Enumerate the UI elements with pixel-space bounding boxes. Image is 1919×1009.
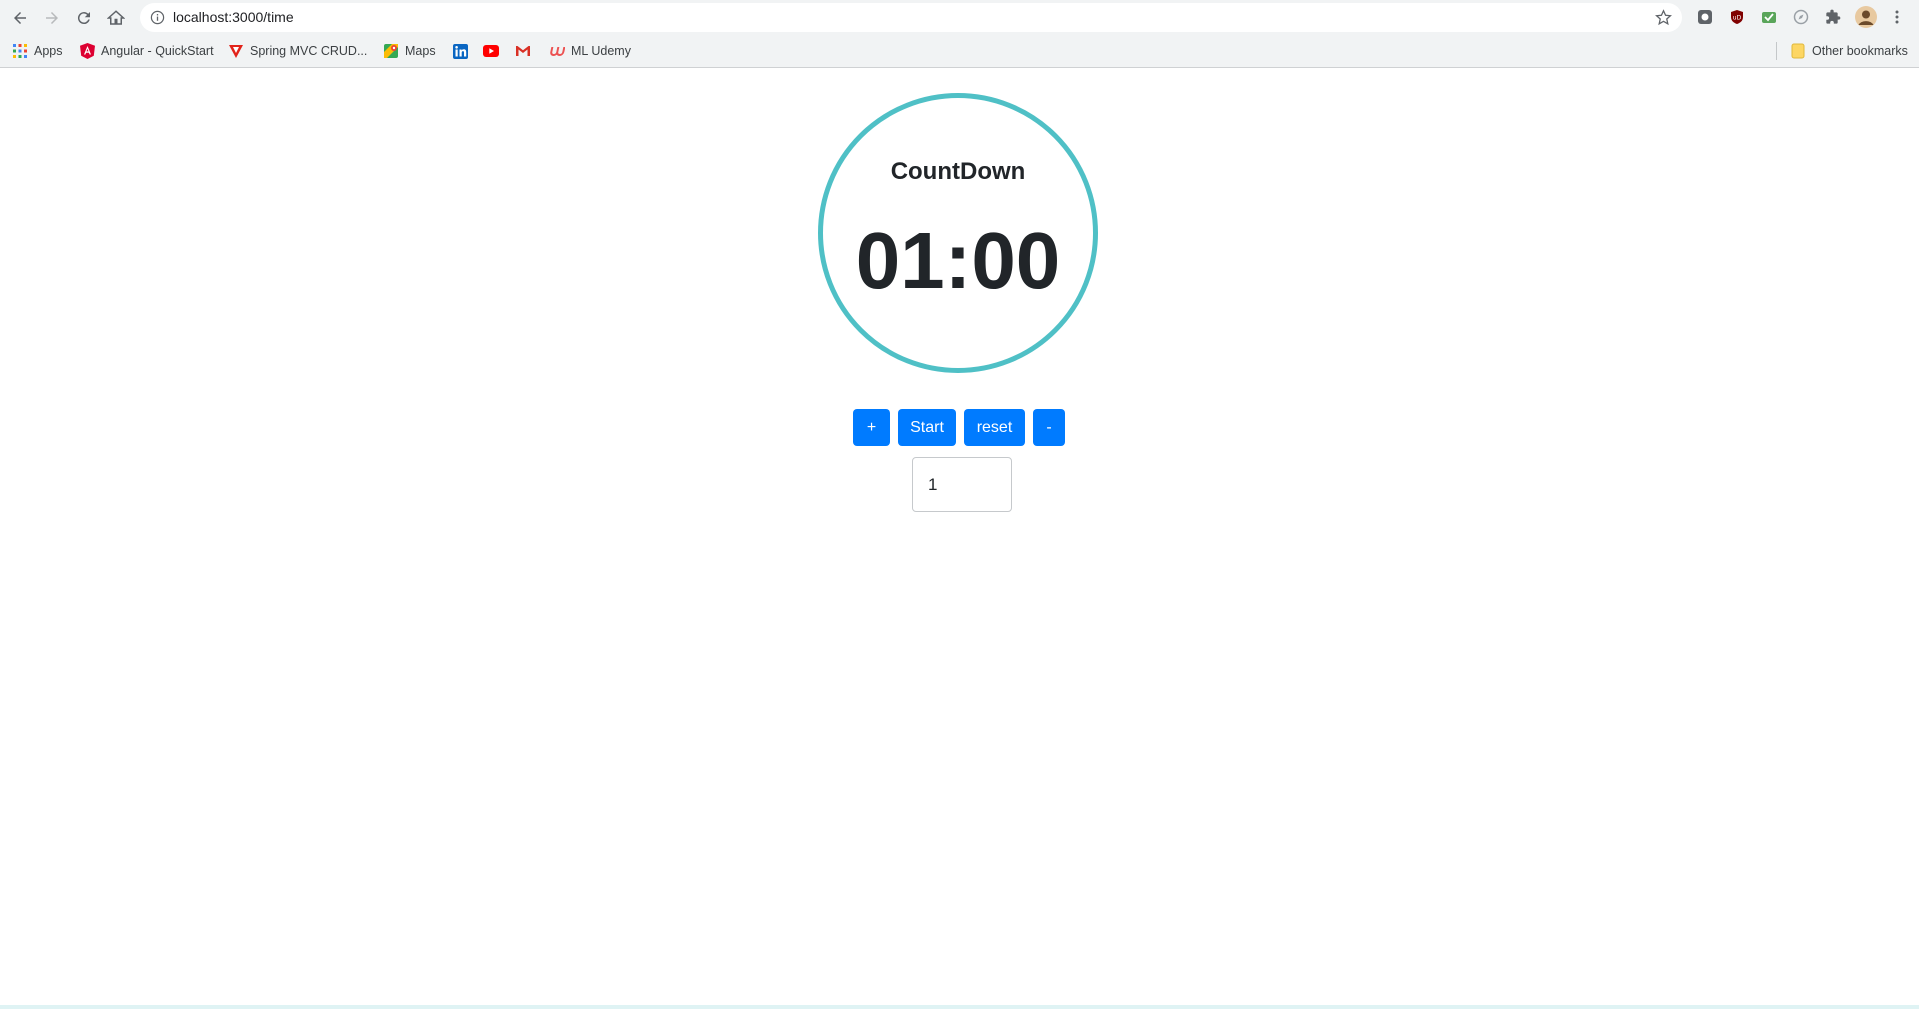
ublock-icon: uD bbox=[1731, 10, 1743, 24]
bookmark-maps[interactable]: Maps bbox=[383, 35, 436, 67]
other-bookmarks-label: Other bookmarks bbox=[1812, 44, 1908, 58]
reload-icon bbox=[77, 12, 90, 25]
bookmark-label: Angular - QuickStart bbox=[101, 44, 214, 58]
extensions-menu-button[interactable] bbox=[1824, 8, 1842, 26]
bookmark-label: Apps bbox=[34, 44, 63, 58]
ublock-extension-button[interactable]: uD bbox=[1728, 8, 1746, 26]
youtube-icon bbox=[483, 43, 499, 59]
apps-grid-icon bbox=[12, 43, 28, 59]
increment-button[interactable]: + bbox=[853, 409, 890, 446]
bookmark-linkedin[interactable] bbox=[452, 35, 474, 67]
bookmark-label: Maps bbox=[405, 44, 436, 58]
bookmark-angular-quickstart[interactable]: Angular - QuickStart bbox=[79, 35, 214, 67]
arrow-right-icon bbox=[46, 12, 58, 24]
avatar-icon bbox=[1855, 6, 1877, 28]
browser-toolbar: localhost:3000/time uD bbox=[0, 0, 1919, 35]
address-bar[interactable]: localhost:3000/time bbox=[140, 3, 1682, 32]
compass-icon bbox=[1793, 9, 1809, 25]
arrow-left-icon bbox=[14, 12, 26, 24]
minutes-input[interactable] bbox=[912, 457, 1012, 512]
home-button[interactable] bbox=[104, 6, 128, 30]
forward-button[interactable] bbox=[40, 6, 64, 30]
back-button[interactable] bbox=[8, 6, 32, 30]
timer-title: CountDown bbox=[890, 158, 1026, 185]
udemy-icon bbox=[549, 43, 565, 59]
angular-icon bbox=[79, 43, 95, 59]
info-icon[interactable] bbox=[150, 10, 165, 25]
timer-circle: CountDown 01:00 bbox=[818, 93, 1098, 373]
bookmark-gmail[interactable] bbox=[515, 35, 537, 67]
spring-icon bbox=[228, 43, 244, 59]
bookmark-spring-mvc[interactable]: Spring MVC CRUD... bbox=[228, 35, 367, 67]
other-bookmarks[interactable]: Other bookmarks bbox=[1790, 35, 1908, 67]
extension-shield-icon bbox=[1698, 10, 1712, 24]
bookmark-apps[interactable]: Apps bbox=[12, 35, 63, 67]
linkedin-icon bbox=[452, 43, 468, 59]
browser-menu-button[interactable] bbox=[1888, 8, 1906, 26]
timer-controls: + Start reset - bbox=[853, 409, 1065, 446]
start-button[interactable]: Start bbox=[898, 409, 956, 446]
svg-text:uD: uD bbox=[1733, 15, 1742, 22]
bookmark-ml-udemy[interactable]: ML Udemy bbox=[549, 35, 631, 67]
decrement-button[interactable]: - bbox=[1033, 409, 1065, 446]
timer-display: 01:00 bbox=[855, 216, 1061, 305]
profile-avatar[interactable] bbox=[1855, 6, 1877, 28]
extension-button[interactable] bbox=[1760, 8, 1778, 26]
extension-button[interactable] bbox=[1792, 8, 1810, 26]
puzzle-icon bbox=[1826, 9, 1841, 24]
bookmarks-divider bbox=[1776, 42, 1777, 60]
checklist-icon bbox=[1762, 12, 1776, 23]
extension-button[interactable] bbox=[1696, 8, 1714, 26]
maps-icon bbox=[383, 43, 399, 59]
bookmark-youtube[interactable] bbox=[483, 35, 505, 67]
reload-button[interactable] bbox=[72, 6, 96, 30]
gmail-icon bbox=[515, 43, 531, 59]
folder-icon bbox=[1790, 43, 1806, 59]
url-text: localhost:3000/time bbox=[173, 9, 294, 25]
bookmark-label: Spring MVC CRUD... bbox=[250, 44, 368, 58]
reset-button[interactable]: reset bbox=[964, 409, 1025, 446]
more-vert-icon bbox=[1895, 10, 1899, 24]
bookmarks-bar: Apps Angular - QuickStart Spring MVC CRU… bbox=[0, 35, 1919, 68]
page-bottom-strip bbox=[0, 1005, 1919, 1009]
bookmark-star-icon[interactable] bbox=[1655, 9, 1672, 26]
bookmark-label: ML Udemy bbox=[571, 44, 631, 58]
home-icon bbox=[107, 10, 125, 25]
